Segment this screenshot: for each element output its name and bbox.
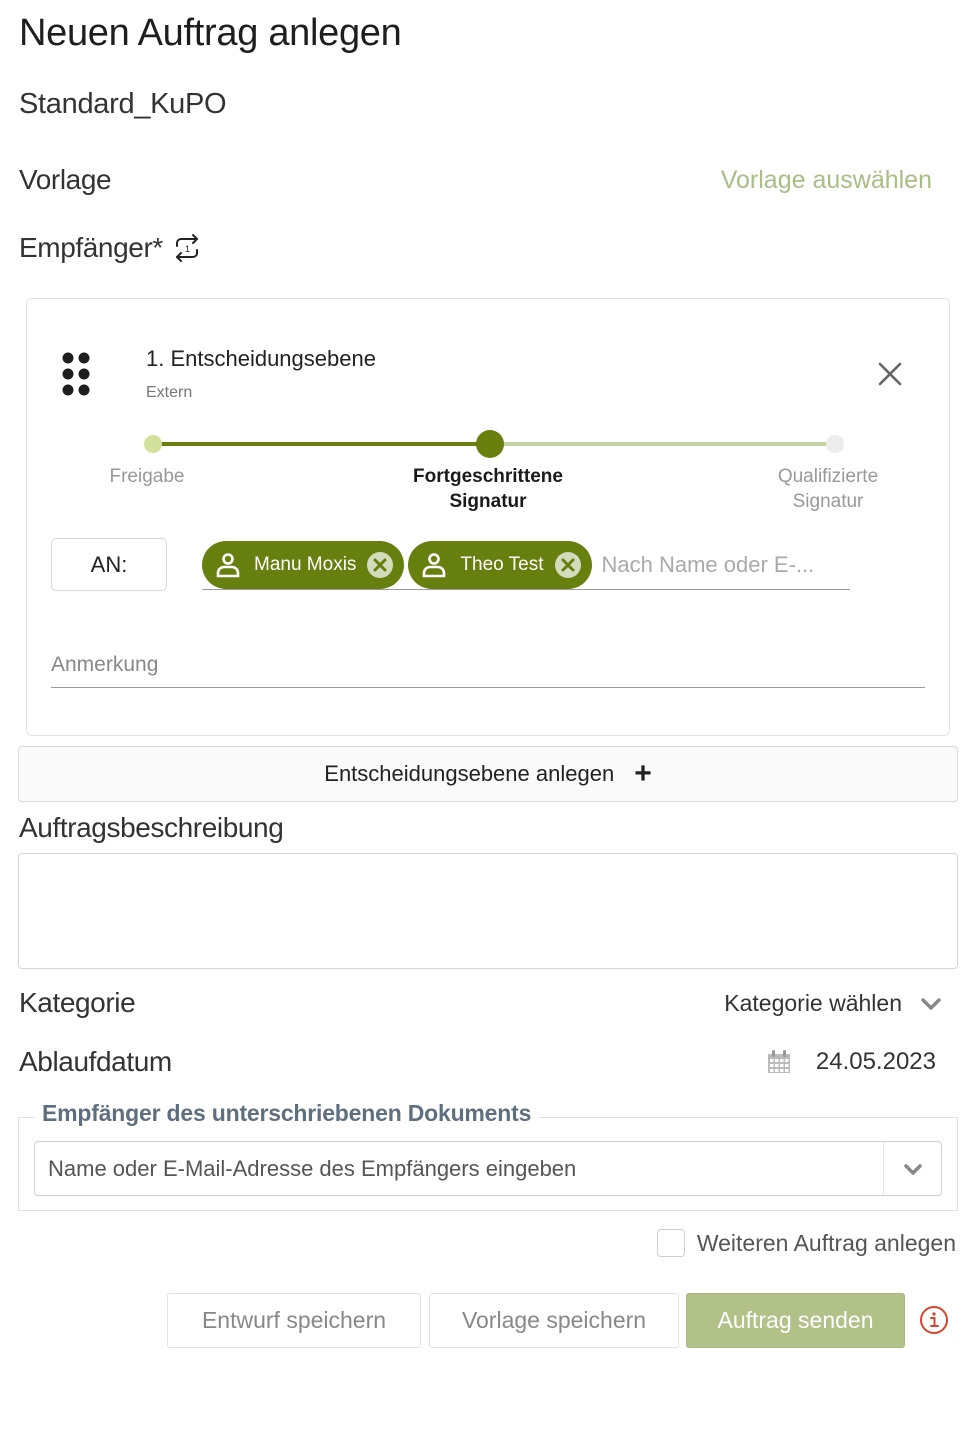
close-icon bbox=[878, 362, 902, 386]
stepper-track-remaining bbox=[490, 442, 836, 446]
send-order-button[interactable]: Auftrag senden bbox=[686, 1293, 905, 1348]
category-select[interactable]: Kategorie wählen bbox=[724, 990, 942, 1017]
signed-document-recipient-input[interactable] bbox=[35, 1142, 883, 1195]
chevron-down-icon bbox=[903, 1163, 922, 1175]
stepper-track-done bbox=[154, 442, 490, 446]
recipient-chip-name: Theo Test bbox=[460, 553, 544, 575]
recipient-search-input[interactable] bbox=[601, 544, 842, 585]
description-textarea[interactable] bbox=[18, 853, 958, 969]
decision-level-type: Extern bbox=[146, 384, 193, 401]
description-label: Auftragsbeschreibung bbox=[19, 812, 284, 843]
plus-icon: + bbox=[634, 757, 652, 790]
decision-level-card: 1. Entscheidungsebene Extern Freigabe Fo… bbox=[26, 298, 950, 736]
page-title: Neuen Auftrag anlegen bbox=[19, 12, 402, 54]
recipients-heading: Empfänger* 1 bbox=[19, 232, 203, 264]
step-label-fortgeschrittene[interactable]: Fortgeschrittene Signatur bbox=[388, 464, 588, 514]
calendar-icon bbox=[767, 1050, 790, 1073]
decision-level-title: 1. Entscheidungsebene bbox=[146, 346, 376, 371]
info-icon[interactable] bbox=[919, 1305, 949, 1335]
person-icon bbox=[216, 552, 240, 577]
svg-text:1: 1 bbox=[185, 244, 190, 254]
expiry-label: Ablaufdatum bbox=[19, 1046, 172, 1077]
step-dot-qualifizierte[interactable] bbox=[826, 435, 844, 453]
save-template-button[interactable]: Vorlage speichern bbox=[429, 1293, 679, 1348]
add-decision-level-label: Entscheidungsebene anlegen bbox=[324, 761, 615, 786]
order-subtitle: Standard_KuPO bbox=[19, 88, 227, 120]
remove-chip-icon[interactable] bbox=[366, 551, 394, 579]
expiry-date-picker[interactable]: 24.05.2023 bbox=[766, 1048, 936, 1076]
step-label-qualifizierte[interactable]: Qualifizierte Signatur bbox=[758, 464, 898, 514]
add-decision-level-button[interactable]: Entscheidungsebene anlegen + bbox=[18, 746, 958, 802]
recipient-chip-input[interactable]: Manu Moxis Theo Test bbox=[202, 540, 850, 590]
template-label: Vorlage bbox=[19, 164, 112, 195]
combobox-toggle-button[interactable] bbox=[883, 1142, 941, 1195]
save-draft-button[interactable]: Entwurf speichern bbox=[167, 1293, 421, 1348]
step-label-freigabe[interactable]: Freigabe bbox=[87, 464, 207, 489]
category-label: Kategorie bbox=[19, 987, 136, 1018]
note-input[interactable] bbox=[51, 643, 925, 688]
expiry-date-value: 24.05.2023 bbox=[815, 1048, 936, 1075]
signed-document-recipient-combobox[interactable] bbox=[34, 1141, 942, 1196]
another-order-checkbox[interactable] bbox=[656, 1229, 685, 1257]
remove-level-button[interactable] bbox=[875, 359, 905, 389]
category-select-value: Kategorie wählen bbox=[724, 990, 902, 1016]
recipient-chip: Theo Test bbox=[408, 540, 592, 589]
sequence-swap-icon[interactable]: 1 bbox=[171, 232, 203, 264]
signed-document-recipients-legend: Empfänger des unterschriebenen Dokuments bbox=[34, 1100, 540, 1127]
another-order-label: Weiteren Auftrag anlegen bbox=[696, 1229, 956, 1256]
recipient-chip: Manu Moxis bbox=[202, 540, 405, 589]
remove-chip-icon[interactable] bbox=[554, 551, 582, 579]
another-order-checkbox-row[interactable]: Weiteren Auftrag anlegen bbox=[656, 1229, 956, 1257]
person-icon bbox=[423, 552, 446, 577]
recipient-chip-name: Manu Moxis bbox=[254, 553, 357, 575]
to-label: AN: bbox=[51, 538, 167, 591]
chevron-down-icon bbox=[921, 997, 941, 1010]
step-dot-freigabe[interactable] bbox=[144, 435, 162, 453]
step-dot-fortgeschrittene[interactable] bbox=[476, 430, 504, 458]
select-template-link[interactable]: Vorlage auswählen bbox=[721, 166, 932, 195]
signature-level-stepper[interactable]: Freigabe Fortgeschrittene Signatur Quali… bbox=[27, 429, 951, 519]
recipients-label: Empfänger* bbox=[19, 232, 163, 263]
drag-handle-icon[interactable] bbox=[61, 351, 91, 397]
